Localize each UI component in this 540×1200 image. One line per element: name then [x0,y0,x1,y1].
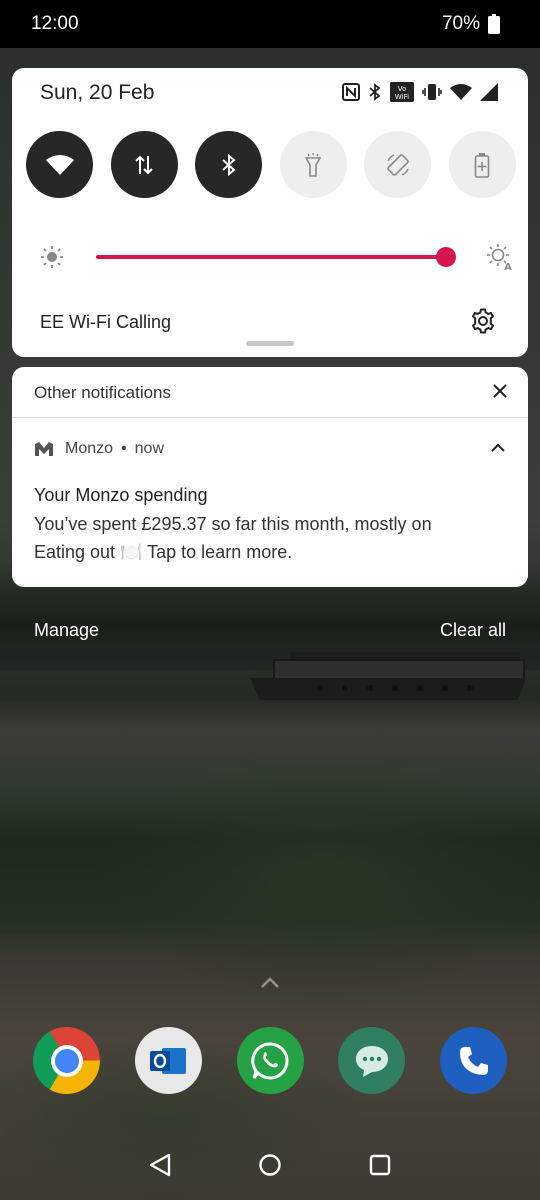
nfc-icon [342,83,360,101]
wallpaper-boat [250,652,526,700]
svg-text:Vo: Vo [398,85,407,93]
notification-title: Your Monzo spending [34,485,208,505]
tile-auto-rotate[interactable] [364,131,432,198]
tile-wifi[interactable] [26,131,93,198]
messages-app-icon[interactable] [338,1027,406,1094]
chevron-up-icon[interactable] [490,443,506,453]
notification-app-row: Monzo • now [34,440,164,458]
auto-brightness-icon[interactable]: A [486,243,514,271]
qs-tiles [26,131,516,198]
qs-status-icons: Vo WiFi [342,82,498,102]
flashlight-icon [304,152,322,177]
app-drawer-chevron-icon[interactable] [259,976,281,990]
brightness-low-icon [41,246,63,268]
rotate-icon [387,153,409,176]
notification-body: You’ve spent £295.37 so far this month, … [34,510,504,566]
svg-text:WiFi: WiFi [395,93,409,101]
recents-icon[interactable] [368,1152,392,1178]
notification-body-line: Eating out 🍽️ Tap to learn more. [34,542,293,562]
chrome-center-icon [50,1044,83,1077]
data-arrows-icon [135,155,153,174]
battery-icon [488,14,500,34]
home-icon[interactable] [258,1152,282,1178]
navigation-bar [0,1132,540,1200]
app-dock [33,1027,507,1094]
whatsapp-app-icon[interactable] [236,1027,304,1094]
wifi-status-icon [450,84,472,100]
notification-body-line: You’ve spent £295.37 so far this month, … [34,514,432,534]
battery-saver-icon [475,152,490,178]
wifi-icon [45,154,74,175]
back-icon[interactable] [148,1152,172,1178]
quick-settings-panel: Sun, 20 Feb Vo WiFi A EE Wi-Fi Calling [12,68,528,357]
bluetooth-status-icon [369,83,381,101]
qs-date: Sun, 20 Feb [40,81,155,104]
outlook-logo-icon [150,1047,187,1074]
qs-drag-handle[interactable] [246,341,294,346]
status-bar: 12:00 70% [0,0,540,48]
close-icon[interactable] [492,383,508,399]
tile-flashlight[interactable] [279,131,347,198]
tile-mobile-data[interactable] [110,131,178,198]
status-time: 12:00 [31,13,79,34]
tile-battery-saver[interactable] [448,131,516,198]
signal-icon [480,83,498,101]
notification-section-title: Other notifications [34,383,172,402]
phone-app-icon[interactable] [440,1027,507,1094]
brightness-thumb[interactable] [436,247,456,267]
wifi-calling-label: EE Wi-Fi Calling [40,312,172,332]
svg-text:A: A [504,262,512,271]
brightness-slider[interactable]: A [40,241,512,273]
battery-percent: 70% [441,13,480,34]
clear-all-button[interactable]: Clear all [440,620,506,641]
notification-section-header: Other notifications [12,367,528,418]
outlook-app-icon[interactable] [134,1027,202,1094]
manage-button[interactable]: Manage [34,620,99,641]
whatsapp-logo-icon [251,1041,289,1079]
vowifi-icon: Vo WiFi [390,82,414,102]
phone-handset-icon [459,1046,488,1075]
settings-gear-icon[interactable] [470,308,496,334]
message-bubble-icon [355,1045,388,1077]
separator-dot: • [121,440,127,457]
vibrate-icon [422,84,442,100]
chrome-app-icon[interactable] [33,1027,100,1094]
notification-app-name: Monzo [65,440,114,457]
notification-card[interactable]: Other notifications Monzo • now Your Mon… [12,367,528,587]
tile-bluetooth[interactable] [195,131,263,198]
brightness-track [96,255,446,259]
notification-time: now [134,440,164,457]
bluetooth-icon [222,153,236,176]
monzo-logo-icon [35,442,53,456]
